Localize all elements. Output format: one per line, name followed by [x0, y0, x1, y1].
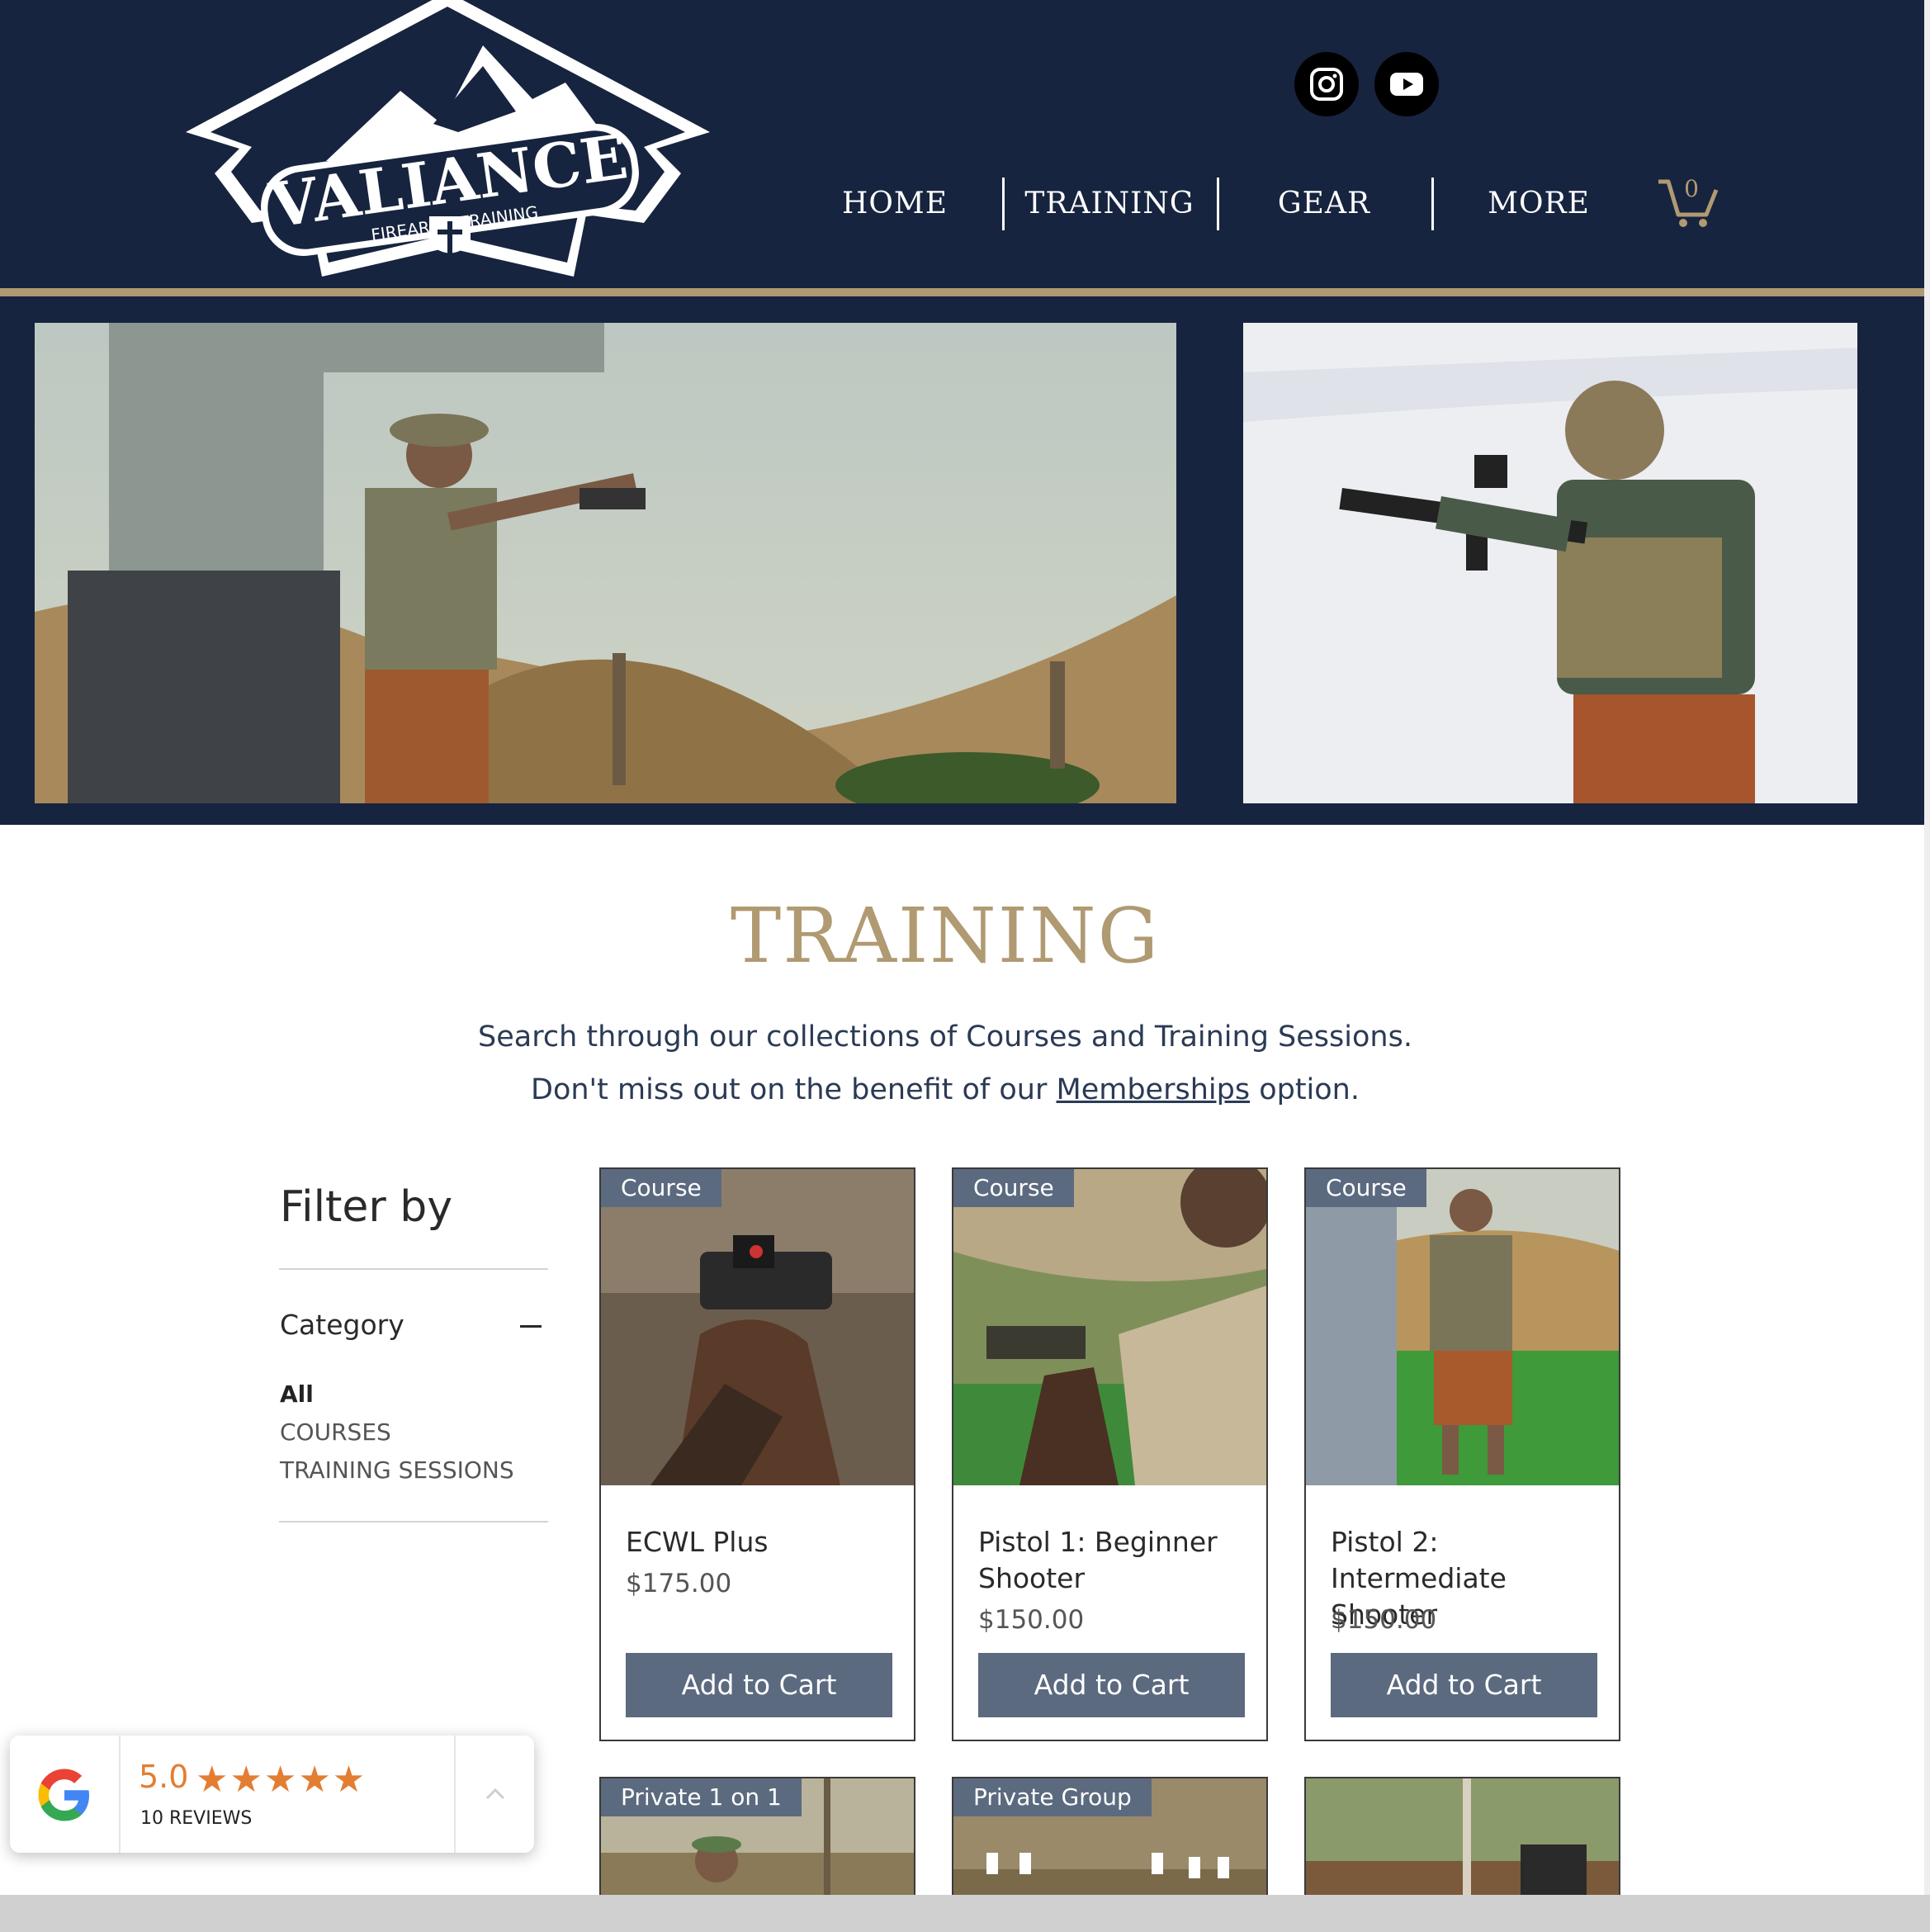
product-card[interactable]: Course ECWL Plus $175.00 Add to Cart — [599, 1167, 915, 1741]
add-to-cart-button[interactable]: Add to Cart — [1331, 1653, 1597, 1717]
nav-gear[interactable]: GEAR — [1217, 175, 1431, 233]
product-card[interactable] — [1304, 1777, 1620, 1901]
product-card[interactable]: Course Pistol 1: Beginner Shooter $150.0… — [952, 1167, 1268, 1741]
product-badge: Private 1 on 1 — [601, 1778, 802, 1816]
rating-value: 5.0 — [139, 1759, 189, 1795]
google-icon — [38, 1769, 89, 1821]
product-price: $150.00 — [1331, 1605, 1437, 1635]
product-card[interactable]: Private Group — [952, 1777, 1268, 1901]
review-count[interactable]: 10 REVIEWS — [140, 1808, 252, 1829]
filter-option-training-sessions[interactable]: TRAINING SESSIONS — [280, 1456, 514, 1484]
nav-more[interactable]: MORE — [1431, 175, 1646, 233]
product-card[interactable]: Course Pistol 2: Intermediate Shooter $1… — [1304, 1167, 1620, 1741]
intro-line-2: Don't miss out on the benefit of our Mem… — [0, 1073, 1890, 1106]
product-price: $175.00 — [626, 1569, 732, 1598]
product-name[interactable]: ECWL Plus — [626, 1524, 898, 1560]
intro-line-1: Search through our collections of Course… — [478, 1020, 1412, 1054]
product-name[interactable]: Pistol 1: Beginner Shooter — [978, 1524, 1251, 1597]
product-image[interactable] — [1306, 1169, 1619, 1485]
scrollbar-track[interactable] — [1924, 0, 1930, 1895]
instagram-icon[interactable] — [1294, 52, 1359, 116]
filter-divider — [279, 1268, 548, 1270]
collapse-icon[interactable] — [520, 1325, 542, 1328]
product-badge: Course — [1306, 1169, 1426, 1207]
header-divider — [0, 288, 1924, 296]
google-reviews-widget[interactable]: 5.0 ★★★★★ 10 REVIEWS — [10, 1735, 534, 1853]
filter-title: Filter by — [280, 1182, 453, 1232]
product-price: $150.00 — [978, 1605, 1085, 1635]
product-card[interactable]: Private 1 on 1 — [599, 1777, 915, 1901]
product-image[interactable] — [601, 1169, 914, 1485]
nav-home[interactable]: HOME — [788, 175, 1002, 233]
valiance-logo[interactable]: VALIANCE FIREARMS TRAINING — [186, 0, 710, 289]
chevron-up-icon[interactable] — [484, 1785, 507, 1802]
widget-divider — [119, 1735, 121, 1853]
category-label[interactable]: Category — [280, 1309, 404, 1341]
pistol-shooter-desert-photo — [35, 323, 1176, 803]
filter-option-courses[interactable]: COURSES — [280, 1418, 391, 1446]
star-rating-icon: ★★★★★ — [196, 1759, 367, 1801]
youtube-icon[interactable] — [1374, 52, 1439, 116]
nav-training[interactable]: TRAINING — [1002, 175, 1217, 233]
product-image[interactable] — [1306, 1778, 1619, 1899]
intro-text: option. — [1250, 1073, 1360, 1106]
cart-count: 0 — [1684, 175, 1699, 202]
widget-divider — [454, 1735, 456, 1853]
rifle-shooter-snow-photo — [1243, 323, 1857, 803]
memberships-link[interactable]: Memberships — [1057, 1073, 1251, 1106]
add-to-cart-button[interactable]: Add to Cart — [978, 1653, 1245, 1717]
product-badge: Course — [601, 1169, 721, 1207]
intro-text: Don't miss out on the benefit of our — [531, 1073, 1057, 1106]
page-title: TRAINING — [730, 892, 1161, 980]
product-image[interactable] — [953, 1169, 1266, 1485]
filter-divider — [279, 1521, 548, 1522]
product-badge: Private Group — [953, 1778, 1152, 1816]
browser-bottom-bar — [0, 1895, 1930, 1932]
filter-option-all[interactable]: All — [280, 1380, 314, 1408]
add-to-cart-button[interactable]: Add to Cart — [626, 1653, 892, 1717]
product-badge: Course — [953, 1169, 1074, 1207]
